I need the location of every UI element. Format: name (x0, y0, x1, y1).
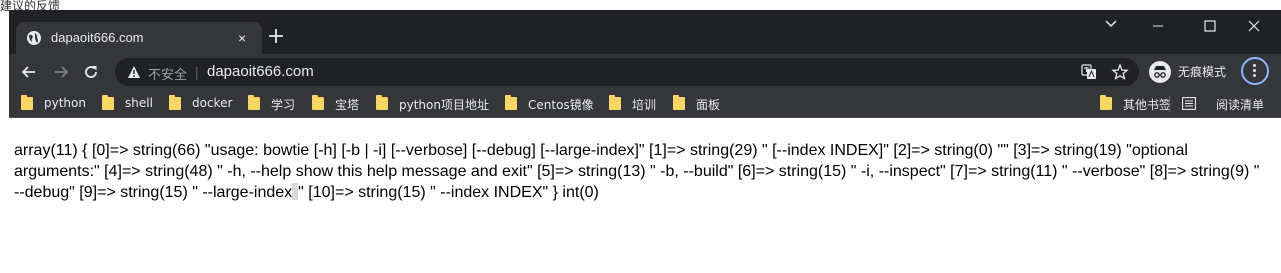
output-text-part1: array(11) { [0]=> string(66) "usage: bow… (14, 142, 1260, 201)
folder-icon (21, 95, 33, 110)
back-arrow-icon[interactable] (19, 62, 39, 82)
menu-button[interactable] (1241, 57, 1269, 85)
bookmark-label: 其他书签 (1123, 98, 1172, 112)
page-content: array(11) { [0]=> string(66) "usage: bow… (9, 118, 1281, 273)
globe-icon (27, 31, 41, 45)
folder-icon (376, 95, 388, 110)
bookmark-label: 面板 (696, 98, 721, 112)
bookmark-label: 学习 (271, 98, 296, 112)
star-icon[interactable] (1111, 63, 1129, 81)
more-vert-icon (1253, 64, 1257, 79)
new-tab-icon[interactable] (266, 26, 286, 46)
warning-icon[interactable] (127, 65, 141, 79)
folder-icon (102, 95, 114, 110)
folder-icon (609, 95, 621, 110)
address-bar[interactable]: 不安全 | dapaoit666.com (115, 58, 1139, 86)
toolbar: 不安全 | dapaoit666.com 无痕模式 (9, 54, 1281, 90)
bookmark-label: 培训 (632, 98, 657, 112)
tab-search-chevron-icon[interactable] (1105, 20, 1117, 28)
tab-title: dapaoit666.com (51, 30, 144, 45)
title-bar: dapaoit666.com × (9, 10, 1281, 54)
incognito-label[interactable]: 无痕模式 (1178, 63, 1226, 80)
tab-active[interactable]: dapaoit666.com × (16, 22, 262, 54)
bookmark-label: python项目地址 (399, 98, 489, 112)
minimize-icon[interactable] (1143, 18, 1173, 34)
address-separator: | (195, 64, 199, 80)
bookmark-divider (1169, 96, 1170, 112)
maximize-icon[interactable] (1195, 18, 1225, 34)
folder-icon (248, 95, 260, 110)
security-label[interactable]: 不安全 (148, 64, 187, 83)
translate-icon[interactable] (1081, 64, 1097, 80)
reload-icon[interactable] (81, 62, 101, 82)
output-text-part2: " [10]=> string(15) " --index INDEX" } i… (298, 184, 599, 201)
bookmark-label: Centos镜像 (528, 98, 594, 112)
reading-list-icon[interactable] (1182, 97, 1196, 110)
bookmark-label: python (44, 96, 86, 110)
reading-list-label[interactable]: 阅读清单 (1216, 96, 1264, 113)
folder-icon (673, 95, 685, 110)
folder-icon (169, 95, 181, 110)
folder-icon (312, 95, 324, 110)
folder-icon (505, 95, 517, 110)
close-window-icon[interactable] (1239, 18, 1269, 34)
page-output-text: array(11) { [0]=> string(66) "usage: bow… (14, 140, 1264, 203)
bookmark-label: shell (125, 96, 153, 110)
bookmarks-bar: python shell docker 学习 宝塔 python项目地址 Cen… (9, 90, 1281, 118)
incognito-icon[interactable] (1149, 61, 1171, 83)
forward-arrow-icon[interactable] (51, 62, 71, 82)
url-text[interactable]: dapaoit666.com (207, 63, 314, 80)
bookmark-label: 宝塔 (335, 98, 360, 112)
tab-close-icon[interactable]: × (238, 31, 246, 45)
folder-icon (1100, 95, 1112, 110)
browser-window: dapaoit666.com × 不安全 | dapaoit666.com 无痕… (9, 10, 1281, 273)
bookmark-label: docker (192, 96, 233, 110)
